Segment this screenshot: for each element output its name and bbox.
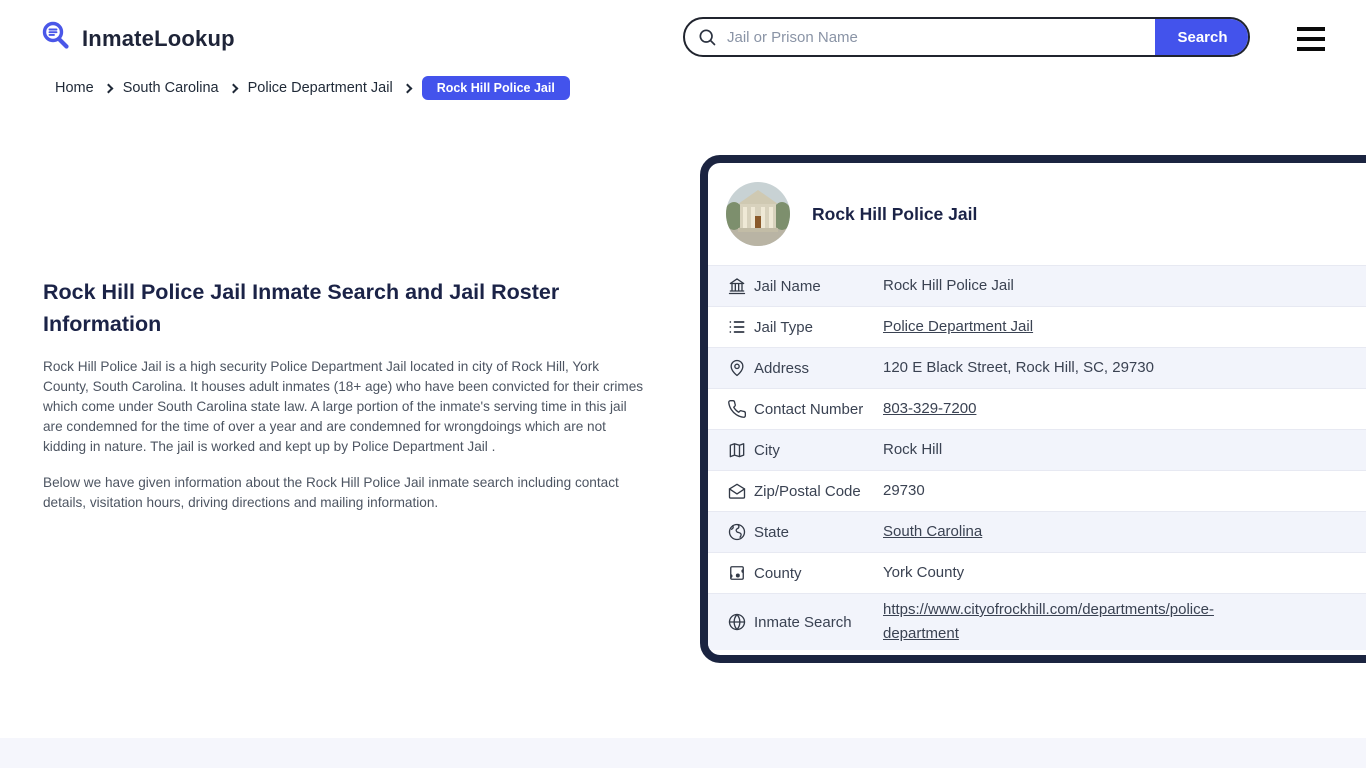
row-label: Zip/Postal Code	[754, 482, 861, 500]
article-paragraph: Below we have given information about th…	[43, 475, 619, 510]
row-label: Jail Type	[754, 318, 813, 336]
chevron-right-icon	[402, 83, 413, 94]
row-label: City	[754, 441, 780, 459]
search-bar: Search	[683, 17, 1250, 57]
table-row: Address 120 E Black Street, Rock Hill, SC…	[708, 347, 1366, 388]
row-value-link[interactable]: Police Department Jail	[883, 315, 1281, 339]
search-button[interactable]: Search	[1155, 19, 1248, 55]
county-icon	[727, 563, 747, 583]
map-pin-icon	[727, 358, 747, 378]
row-label: State	[754, 523, 790, 541]
table-row: Jail Type Police Department Jail	[708, 306, 1366, 347]
row-value: 29730	[883, 482, 925, 499]
footer-band	[0, 738, 1366, 768]
card-title: Rock Hill Police Jail	[812, 203, 978, 224]
globe-icon	[727, 612, 747, 632]
table-row: Contact Number 803-329-7200	[708, 388, 1366, 429]
breadcrumb-current-badge[interactable]: Rock Hill Police Jail	[421, 76, 570, 100]
table-row: City Rock Hill	[708, 429, 1366, 470]
table-row: Jail Name Rock Hill Police Jail	[708, 265, 1366, 306]
breadcrumb-home[interactable]: Home	[55, 80, 94, 96]
breadcrumb-jail-type[interactable]: Police Department Jail	[248, 80, 393, 96]
breadcrumb-state[interactable]: South Carolina	[123, 80, 219, 96]
table-row: Inmate Search https://www.cityofrockhill.…	[708, 593, 1366, 650]
row-value: Rock Hill	[883, 441, 943, 458]
article: Rock Hill Police Jail Inmate Search and …	[43, 276, 645, 529]
card-header: Rock Hill Police Jail	[708, 163, 1366, 265]
logo-magnifier-icon	[40, 20, 72, 57]
search-icon	[685, 19, 717, 55]
row-label: Contact Number	[754, 400, 864, 418]
page: InmateLookup Search Home South Carolina …	[0, 0, 1366, 768]
map-icon	[727, 440, 747, 460]
brand-name: InmateLookup	[82, 25, 235, 51]
mail-icon	[727, 481, 747, 501]
row-value-link[interactable]: https://www.cityofrockhill.com/departmen…	[883, 598, 1281, 646]
list-icon	[727, 317, 747, 337]
row-value: Rock Hill Police Jail	[883, 277, 1014, 294]
table-row: State South Carolina	[708, 511, 1366, 552]
search-input[interactable]	[717, 19, 1155, 55]
row-label: Inmate Search	[754, 613, 852, 631]
phone-icon	[727, 399, 747, 419]
jail-photo	[726, 182, 790, 246]
article-paragraph: Rock Hill Police Jail is a high security…	[43, 359, 644, 454]
bank-icon	[727, 276, 747, 296]
menu-icon[interactable]	[1297, 27, 1325, 51]
jail-detail-table: Jail Name Rock Hill Police Jail Jail Type P…	[708, 265, 1366, 650]
row-value-link[interactable]: South Carolina	[883, 520, 1281, 544]
jail-info-card: Rock Hill Police Jail Jail Name Rock Hill…	[700, 155, 1366, 663]
table-row: County York County	[708, 552, 1366, 593]
brand-logo[interactable]: InmateLookup	[40, 20, 235, 57]
chevron-right-icon	[228, 83, 239, 94]
row-value-link[interactable]: 803-329-7200	[883, 397, 1281, 421]
globe-state-icon	[727, 522, 747, 542]
row-label: County	[754, 564, 802, 582]
chevron-right-icon	[103, 83, 114, 94]
row-value: York County	[883, 564, 965, 581]
row-value: 120 E Black Street, Rock Hill, SC, 29730	[883, 359, 1154, 376]
breadcrumb: Home South Carolina Police Department Ja…	[55, 76, 570, 100]
row-label: Address	[754, 359, 810, 377]
page-title: Rock Hill Police Jail Inmate Search and …	[43, 280, 560, 336]
table-row: Zip/Postal Code 29730	[708, 470, 1366, 511]
row-label: Jail Name	[754, 277, 821, 295]
